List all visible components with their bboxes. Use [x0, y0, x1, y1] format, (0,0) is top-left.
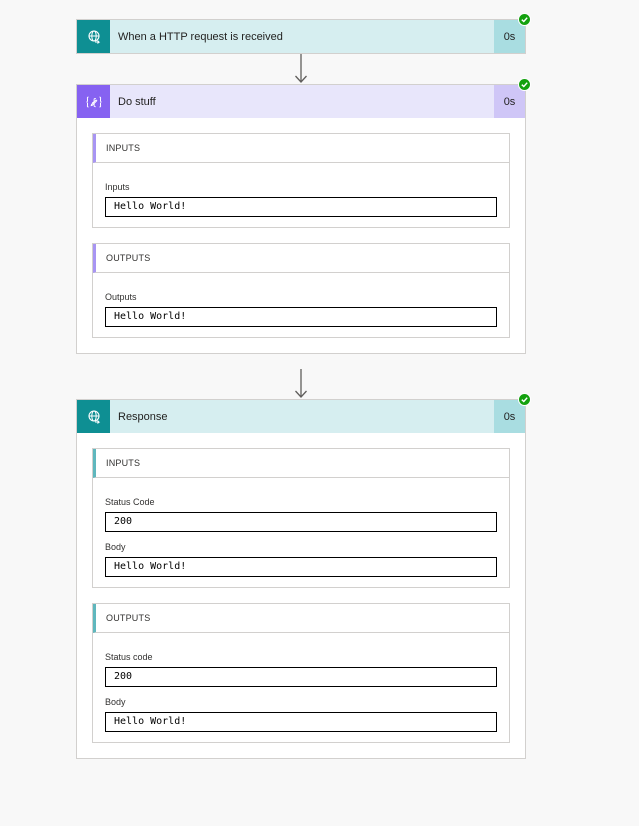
field-value[interactable]: Hello World! — [105, 712, 497, 732]
step-header[interactable]: { Do stuff 0s — [77, 78, 531, 118]
step-header[interactable]: When a HTTP request is received 0s — [77, 13, 531, 53]
section-heading: OUTPUTS — [93, 604, 509, 633]
flow-arrow-icon — [295, 54, 307, 83]
step-do-stuff[interactable]: { Do stuff 0s INPUTS Inputs Hello World!… — [76, 78, 531, 354]
field-value[interactable]: Hello World! — [105, 197, 497, 217]
step-http-trigger[interactable]: When a HTTP request is received 0s — [76, 13, 531, 54]
field-label: Status code — [105, 652, 153, 662]
flow-arrow-icon — [295, 369, 307, 398]
field-label: Status Code — [105, 497, 155, 507]
field-value[interactable]: Hello World! — [105, 307, 497, 327]
section-heading: INPUTS — [93, 134, 509, 163]
inputs-section: INPUTS Status Code 200 Body Hello World! — [92, 448, 510, 588]
success-check-icon — [518, 393, 531, 406]
step-header[interactable]: Response 0s — [77, 393, 531, 433]
outputs-section: OUTPUTS Status code 200 Body Hello World… — [92, 603, 510, 743]
compose-icon: { — [77, 85, 110, 118]
success-check-icon — [518, 13, 531, 26]
section-heading: INPUTS — [93, 449, 509, 478]
field-label: Outputs — [105, 292, 137, 302]
field-value[interactable]: 200 — [105, 667, 497, 687]
field-value[interactable]: Hello World! — [105, 557, 497, 577]
step-response[interactable]: Response 0s INPUTS Status Code 200 Body … — [76, 393, 531, 759]
outputs-section: OUTPUTS Outputs Hello World! — [92, 243, 510, 338]
step-details: INPUTS Inputs Hello World! OUTPUTS Outpu… — [77, 118, 525, 353]
globe-icon — [77, 20, 110, 53]
field-value[interactable]: 200 — [105, 512, 497, 532]
section-heading: OUTPUTS — [93, 244, 509, 273]
step-title: Response — [118, 410, 168, 423]
globe-icon — [77, 400, 110, 433]
step-title: When a HTTP request is received — [118, 30, 283, 43]
field-label: Body — [105, 697, 126, 707]
field-label: Body — [105, 542, 126, 552]
inputs-section: INPUTS Inputs Hello World! — [92, 133, 510, 228]
step-title: Do stuff — [118, 95, 156, 108]
step-details: INPUTS Status Code 200 Body Hello World!… — [77, 433, 525, 758]
success-check-icon — [518, 78, 531, 91]
field-label: Inputs — [105, 182, 130, 192]
